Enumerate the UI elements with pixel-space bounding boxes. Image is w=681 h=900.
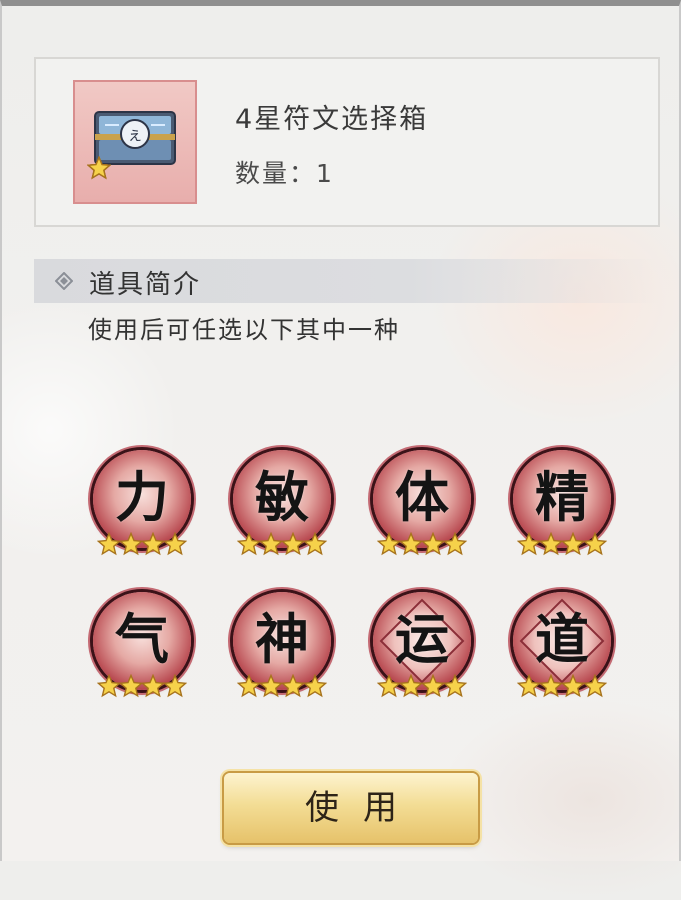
rune-option[interactable]: 气 bbox=[90, 592, 194, 702]
star-icon bbox=[118, 531, 144, 556]
star-icon bbox=[140, 673, 166, 698]
star-rating bbox=[370, 673, 474, 700]
star-rating bbox=[510, 673, 614, 700]
rune-option[interactable]: 精 bbox=[510, 450, 614, 560]
star-rating bbox=[90, 673, 194, 700]
item-name: 4星符文选择箱 bbox=[235, 104, 429, 135]
rune-option[interactable]: 道 bbox=[510, 592, 614, 702]
star-icon bbox=[376, 673, 402, 698]
rune-option[interactable]: 体 bbox=[370, 450, 474, 560]
star-icon bbox=[236, 531, 262, 556]
star-icon bbox=[420, 531, 446, 556]
star-rating bbox=[230, 531, 334, 558]
star-icon bbox=[140, 531, 166, 556]
star-icon bbox=[280, 531, 306, 556]
star-icon bbox=[538, 673, 564, 698]
section-title: 道具简介 bbox=[89, 270, 202, 300]
star-icon bbox=[376, 531, 402, 556]
star-icon bbox=[420, 673, 446, 698]
item-description: 使用后可任选以下其中一种 bbox=[88, 316, 400, 344]
star-icon bbox=[118, 673, 144, 698]
star-icon bbox=[87, 156, 160, 180]
svg-text:ぇ: ぇ bbox=[127, 125, 143, 144]
star-icon bbox=[162, 673, 188, 698]
star-icon bbox=[96, 531, 122, 556]
star-icon bbox=[516, 531, 542, 556]
star-icon bbox=[162, 531, 188, 556]
star-icon bbox=[398, 531, 424, 556]
rune-option[interactable]: 神 bbox=[230, 592, 334, 702]
star-rating bbox=[230, 673, 334, 700]
diamond-icon bbox=[55, 272, 73, 290]
star-rating bbox=[370, 531, 474, 558]
star-icon bbox=[538, 531, 564, 556]
section-header: 道具简介 bbox=[34, 259, 660, 303]
rune-chest-icon: ぇ bbox=[73, 80, 197, 204]
star-icon bbox=[280, 673, 306, 698]
use-button-label: 使用 bbox=[305, 788, 421, 828]
star-icon bbox=[302, 673, 328, 698]
star-rating bbox=[510, 531, 614, 558]
star-icon bbox=[258, 531, 284, 556]
star-icon bbox=[258, 673, 284, 698]
item-star-rating bbox=[87, 156, 187, 184]
star-icon bbox=[560, 673, 586, 698]
star-icon bbox=[96, 673, 122, 698]
use-button[interactable]: 使用 bbox=[224, 773, 478, 843]
star-icon bbox=[398, 673, 424, 698]
star-icon bbox=[582, 531, 608, 556]
star-icon bbox=[87, 156, 138, 180]
star-icon bbox=[560, 531, 586, 556]
star-icon bbox=[442, 531, 468, 556]
star-icon bbox=[516, 673, 542, 698]
star-icon bbox=[442, 673, 468, 698]
rune-option[interactable]: 力 bbox=[90, 450, 194, 560]
rune-option[interactable]: 运 bbox=[370, 592, 474, 702]
rune-option[interactable]: 敏 bbox=[230, 450, 334, 560]
star-icon bbox=[302, 531, 328, 556]
item-card: ぇ 4星符文选择箱 数量：1 bbox=[34, 57, 660, 227]
item-quantity: 数量：1 bbox=[235, 159, 334, 188]
star-icon bbox=[236, 673, 262, 698]
star-rating bbox=[90, 531, 194, 558]
star-icon bbox=[582, 673, 608, 698]
star-icon bbox=[87, 156, 182, 180]
